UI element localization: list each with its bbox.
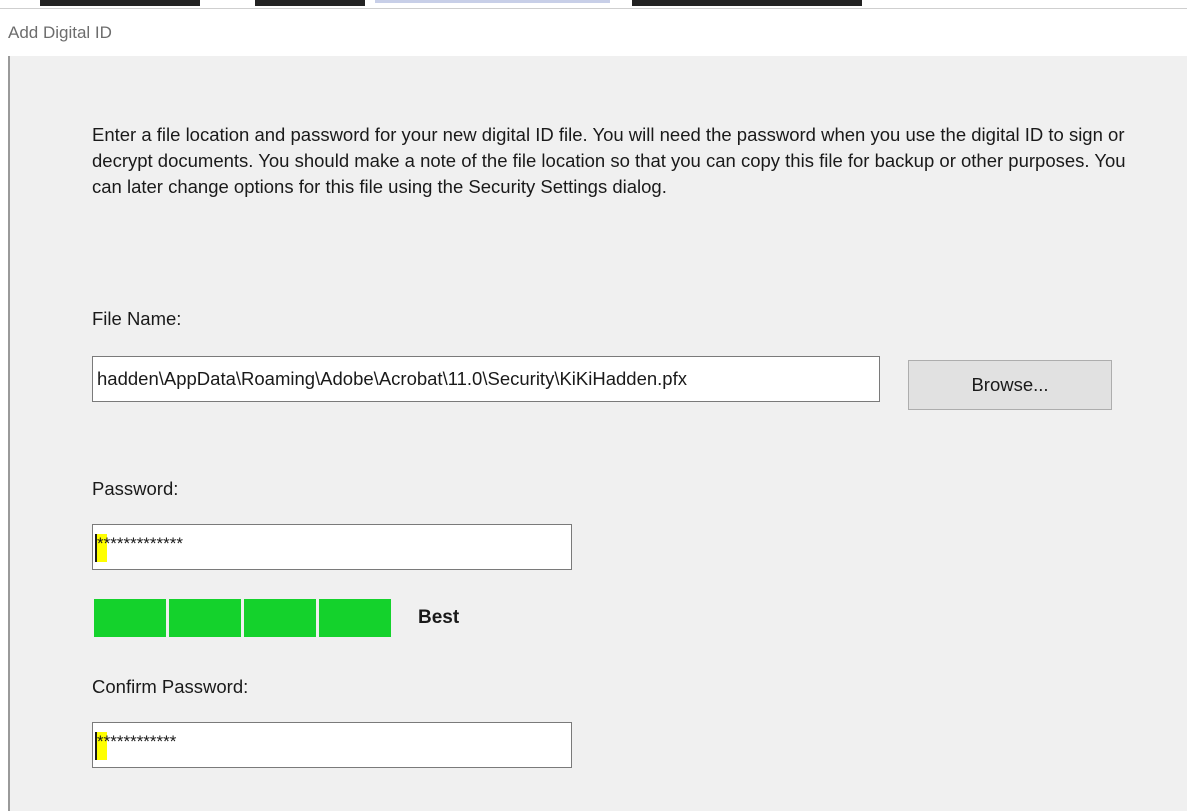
dialog-title: Add Digital ID (8, 23, 112, 42)
dialog-titlebar[interactable]: Add Digital ID (0, 8, 1187, 57)
intro-text: Enter a file location and password for y… (92, 124, 1126, 197)
password-label: Password: (92, 478, 179, 499)
password-strength-meter (94, 599, 391, 637)
strength-segment (94, 599, 166, 637)
strength-segment (169, 599, 241, 637)
confirm-password-field[interactable]: ************ (92, 722, 572, 768)
browse-button[interactable]: Browse... (908, 360, 1112, 410)
file-name-field[interactable]: hadden\AppData\Roaming\Adobe\Acrobat\11.… (92, 356, 880, 402)
screen: Add Digital ID Enter a file location and… (0, 0, 1187, 811)
strength-segment (319, 599, 391, 637)
confirm-password-label: Confirm Password: (92, 676, 249, 697)
add-digital-id-dialog: Add Digital ID Enter a file location and… (0, 8, 1187, 811)
file-name-label: File Name: (92, 308, 182, 329)
dialog-client-area: Enter a file location and password for y… (8, 56, 1187, 811)
strength-segment (244, 599, 316, 637)
password-mask: ************* (97, 534, 184, 553)
password-field[interactable]: ************* (92, 524, 572, 570)
file-name-value: hadden\AppData\Roaming\Adobe\Acrobat\11.… (97, 368, 687, 389)
password-strength-label: Best (418, 607, 460, 628)
background-text-fragment (632, 0, 862, 6)
background-text-fragment (40, 0, 200, 6)
confirm-password-mask: ************ (97, 732, 177, 751)
background-accent (375, 0, 610, 3)
background-window-strip (0, 0, 1187, 8)
background-text-fragment (255, 0, 365, 6)
